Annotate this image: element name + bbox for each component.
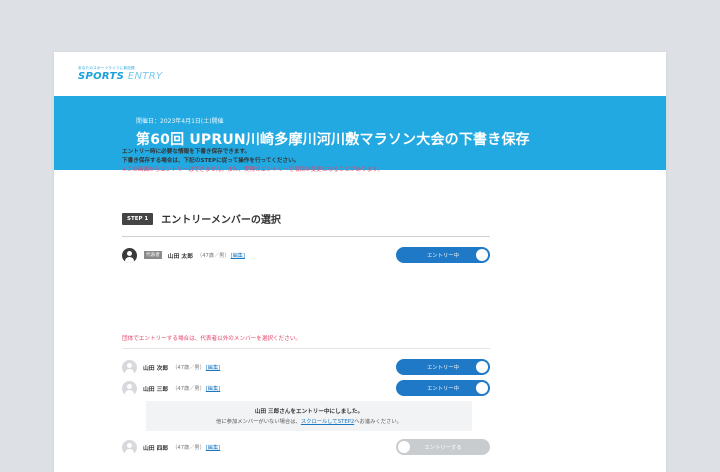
logo-word-entry: ENTRY <box>127 71 163 82</box>
member-meta: （47歳／男） <box>172 385 205 392</box>
avatar-icon <box>122 439 137 455</box>
step-title: エントリーメンバーの選択 <box>161 215 281 226</box>
info-sub-after: へお進みください。 <box>354 419 402 425</box>
info-sub-before: 他に参加メンバーがいない場合は、 <box>216 419 301 425</box>
member-name: 山田 三郎 <box>143 386 169 393</box>
toggle-knob <box>398 441 410 453</box>
intro-line-1: エントリー時に必要な情報を下書き保存できます。 <box>122 149 251 155</box>
intro-warning: ※この画面からエントリーはできません。また、実際のエントリーで項目が変更になるこ… <box>122 167 383 173</box>
member-row: 山田 三郎 （47歳／男） [編集] エントリー中 <box>122 379 490 397</box>
header-bar: あなたのスポーツライフに新記録 SPORTS ENTRY <box>54 52 666 96</box>
logo-wordmark: SPORTS ENTRY <box>78 71 162 82</box>
page-title: 第60回 UPRUN川崎多摩川河川敷マラソン大会の下書き保存 <box>136 132 530 148</box>
edit-link[interactable]: [編集] <box>206 364 220 371</box>
entry-toggle[interactable]: エントリーする <box>396 439 490 455</box>
entry-toggle-label: エントリー中 <box>427 253 459 259</box>
member-row-representative: 代表者 山田 太郎 （47歳／男） [編集] エントリー中 <box>122 246 490 264</box>
member-row: 山田 次郎 （47歳／男） [編集] エントリー中 <box>122 358 490 376</box>
entry-toggle-label: エントリー中 <box>427 386 459 392</box>
toggle-knob <box>476 249 488 261</box>
intro-text: エントリー時に必要な情報を下書き保存できます。 下書き保存する場合は、下記のST… <box>122 148 490 175</box>
toggle-knob <box>476 382 488 394</box>
avatar-icon <box>122 380 137 396</box>
entry-toggle[interactable]: エントリー中 <box>396 359 490 375</box>
step-badge: STEP 1 <box>122 213 154 225</box>
edit-link[interactable]: [編集] <box>231 252 245 259</box>
member-row: 山田 四郎 （47歳／男） [編集] エントリーする <box>122 438 490 456</box>
edit-link[interactable]: [編集] <box>206 444 220 451</box>
info-subtext: 他に参加メンバーがいない場合は、スクロールしてSTEP2へお進みください。 <box>146 417 472 425</box>
step-1-header: STEP 1 エントリーメンバーの選択 <box>122 211 490 237</box>
avatar-icon <box>122 247 137 263</box>
event-date: 開催日：2023年4月1日(土)開催 <box>136 118 224 125</box>
member-name: 山田 次郎 <box>143 365 169 372</box>
info-message-box: 山田 三郎さんをエントリー中にしました。 他に参加メンバーがいない場合は、スクロ… <box>146 401 472 431</box>
intro-line-2: 下書き保存する場合は、下記のSTEPに従って操作を行ってください。 <box>122 158 300 164</box>
edit-link[interactable]: [編集] <box>206 385 220 392</box>
sports-entry-logo[interactable]: あなたのスポーツライフに新記録 SPORTS ENTRY <box>78 66 162 82</box>
scroll-step2-link[interactable]: スクロールしてSTEP2 <box>301 419 354 425</box>
representative-badge: 代表者 <box>144 251 162 259</box>
info-title: 山田 三郎さんをエントリー中にしました。 <box>254 409 364 415</box>
member-name: 山田 太郎 <box>167 253 194 260</box>
logo-word-sports: SPORTS <box>78 71 125 82</box>
group-note: 団体でエントリーする場合は、代表者以外のメンバーを選択ください。 <box>122 334 490 349</box>
entry-toggle[interactable]: エントリー中 <box>396 380 490 396</box>
main-content: エントリー時に必要な情報を下書き保存できます。 下書き保存する場合は、下記のST… <box>122 148 490 455</box>
member-name: 山田 四郎 <box>143 445 169 452</box>
entry-toggle-label: エントリー中 <box>427 365 459 371</box>
member-meta: （47歳／男） <box>197 252 230 259</box>
toggle-knob <box>476 361 488 373</box>
member-meta: （47歳／男） <box>172 444 205 451</box>
member-meta: （47歳／男） <box>172 364 205 371</box>
entry-toggle[interactable]: エントリー中 <box>396 247 490 263</box>
entry-toggle-label: エントリーする <box>424 445 462 451</box>
avatar-icon <box>122 359 137 375</box>
